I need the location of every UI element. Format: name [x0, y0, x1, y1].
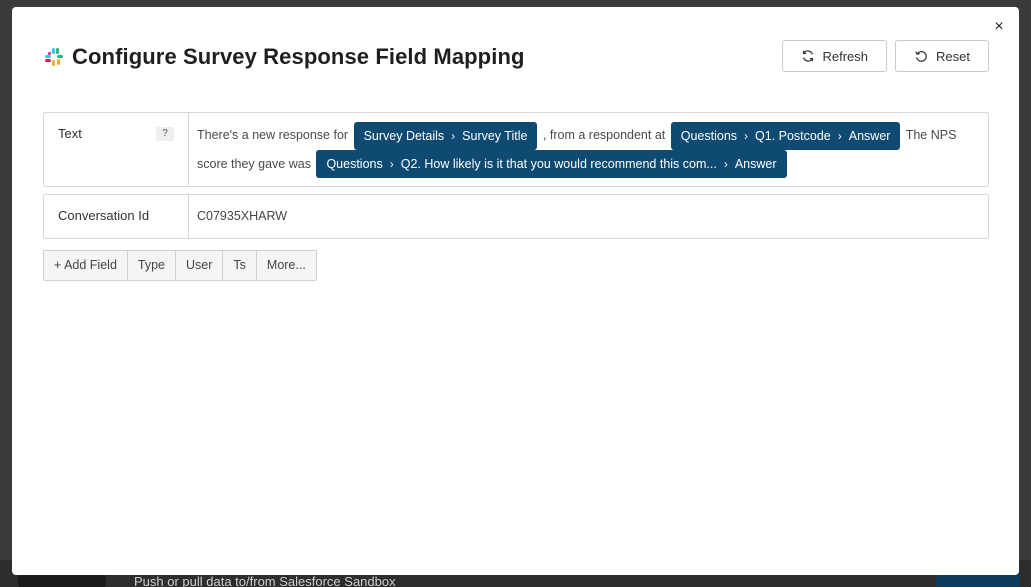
- help-icon[interactable]: ?: [156, 127, 174, 141]
- chevron-right-icon: ›: [451, 128, 456, 143]
- mapping-chip-nps[interactable]: Questions › Q2. How likely is it that yo…: [316, 150, 787, 179]
- chip-part: Questions: [680, 128, 738, 143]
- header-actions: Refresh Reset: [781, 40, 989, 72]
- slack-logo-icon: [45, 48, 63, 66]
- field-toolbar: + Add Field Type User Ts More...: [43, 250, 317, 281]
- chip-part: Answer: [734, 157, 777, 172]
- chevron-right-icon: ›: [389, 157, 394, 172]
- modal-title: Configure Survey Response Field Mapping: [72, 44, 525, 69]
- user-button[interactable]: User: [176, 251, 224, 280]
- refresh-button[interactable]: Refresh: [781, 40, 888, 72]
- text-segment-1: There's a new response for: [197, 128, 349, 142]
- add-field-button[interactable]: + Add Field: [44, 251, 128, 280]
- reset-button[interactable]: Reset: [895, 40, 989, 72]
- more-button[interactable]: More...: [256, 251, 316, 280]
- type-button[interactable]: Type: [127, 251, 176, 280]
- chip-part: Answer: [848, 128, 891, 143]
- chip-part: Questions: [326, 157, 383, 172]
- mapping-chip-postcode[interactable]: Questions › Q1. Postcode › Answer: [670, 121, 901, 150]
- refresh-icon: [802, 50, 813, 62]
- modal-header: Configure Survey Response Field Mapping: [44, 40, 525, 74]
- text-segment-2: , from a respondent at: [542, 128, 666, 142]
- chip-part: Q2. How likely is it that you would reco…: [400, 157, 717, 172]
- field-row-conversation-id: Conversation Id C07935XHARW: [43, 194, 989, 239]
- field-label-conversation-id: Conversation Id: [44, 195, 189, 238]
- chevron-right-icon: ›: [723, 157, 728, 172]
- chip-part: Survey Details: [363, 128, 445, 143]
- ts-button[interactable]: Ts: [223, 251, 257, 280]
- reset-icon: [915, 51, 927, 62]
- chip-part: Survey Title: [462, 128, 528, 143]
- text-mapping-input[interactable]: There's a new response for Survey Detail…: [189, 113, 988, 186]
- field-mapping-modal: × Configure Survey Response Field Mappin…: [12, 7, 1019, 575]
- refresh-label: Refresh: [822, 48, 869, 64]
- reset-label: Reset: [936, 48, 970, 64]
- mapping-chip-survey-title[interactable]: Survey Details › Survey Title: [353, 121, 538, 150]
- field-label-text: Text ?: [44, 113, 189, 186]
- background-description: Push or pull data to/from Salesforce San…: [134, 574, 396, 587]
- field-row-text: Text ? There's a new response for Survey…: [43, 112, 989, 187]
- conversation-id-input[interactable]: C07935XHARW: [189, 195, 988, 238]
- field-label-conversation-id-label: Conversation Id: [58, 208, 150, 223]
- chevron-right-icon: ›: [744, 128, 749, 143]
- close-icon[interactable]: ×: [989, 17, 1009, 37]
- chip-part: Q1. Postcode: [755, 128, 831, 143]
- field-label-text-label: Text: [58, 126, 82, 141]
- chevron-right-icon: ›: [837, 128, 842, 143]
